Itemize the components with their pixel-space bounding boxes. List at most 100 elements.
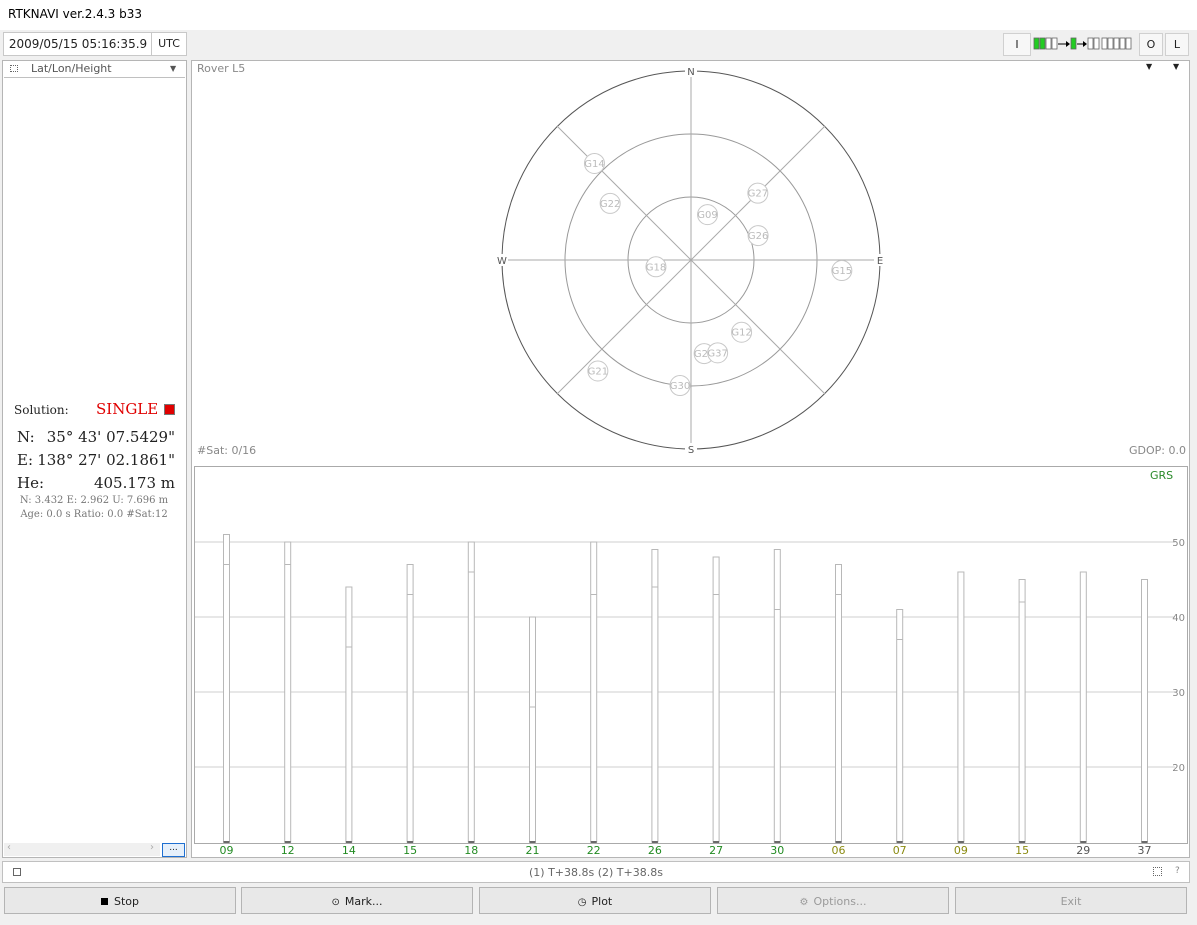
- latitude-label: N:: [17, 428, 35, 446]
- plot-icon: ◷: [577, 897, 587, 908]
- satellite-G12: G12: [731, 321, 753, 343]
- snr-bar-base: [957, 841, 964, 843]
- chevron-down-icon: ▼: [170, 64, 177, 73]
- snr-bar: [835, 564, 842, 843]
- plot-button[interactable]: ◷ Plot: [479, 887, 711, 914]
- panel-toggle-icon[interactable]: [10, 65, 18, 72]
- satellite-label: G09: [697, 210, 717, 221]
- stop-button-label: Stop: [113, 895, 139, 908]
- snr-bar: [1141, 579, 1148, 843]
- snr-bar-base: [1080, 841, 1087, 843]
- exit-button-label: Exit: [1060, 895, 1082, 908]
- satellite-G30: G30: [669, 375, 691, 397]
- satellite-G27: G27: [747, 182, 769, 204]
- solution-status-indicator: [164, 404, 175, 415]
- snr-category-label: 37: [1138, 844, 1152, 857]
- stream-indicator[interactable]: [1032, 34, 1136, 54]
- snr-category-label: 30: [770, 844, 784, 857]
- snr-category-label: 09: [954, 844, 968, 857]
- stream-status-icon: [1033, 37, 1132, 50]
- panel-layout-icon[interactable]: [1153, 867, 1162, 876]
- snr-bar: [957, 571, 965, 843]
- compass-n: N: [687, 67, 694, 78]
- snr-bar: [773, 549, 781, 843]
- snr-bar: [590, 541, 598, 843]
- snr-bar: [529, 616, 536, 843]
- log-stream-button[interactable]: L: [1165, 33, 1189, 56]
- snr-bar: [345, 586, 353, 843]
- plot-button-label: Plot: [591, 895, 613, 908]
- snr-category-label: 07: [893, 844, 907, 857]
- window-title: RTKNAVI ver.2.4.3 b33: [8, 7, 143, 21]
- satellite-G26: G26: [747, 225, 769, 247]
- satellite-label: G18: [646, 262, 666, 273]
- help-icon[interactable]: ?: [1175, 866, 1180, 876]
- scroll-left-icon[interactable]: ‹: [7, 842, 11, 853]
- snr-chart: 20 30 40 50 09 12 14 15 18 21 22 26 27 30 06 07 09 15 29 37: [195, 534, 1185, 857]
- mark-button-label: Mark...: [344, 895, 383, 908]
- snr-bar-base: [1019, 841, 1026, 843]
- title-bar: RTKNAVI ver.2.4.3 b33: [0, 0, 1197, 30]
- snr-category-label: 09: [220, 844, 234, 857]
- satellite-label: G21: [588, 366, 608, 377]
- satellite-G21: G21: [587, 360, 609, 382]
- constellation-legend: GRS: [1150, 469, 1174, 482]
- snr-bar: [651, 549, 659, 843]
- snr-bar-base: [590, 841, 597, 843]
- compass-s: S: [688, 445, 694, 456]
- snr-bar-base: [345, 841, 352, 843]
- snr-bar: [284, 541, 292, 843]
- snr-bar-base: [223, 841, 230, 843]
- latitude-value: 35° 43' 07.5429": [46, 428, 175, 446]
- snr-category-label: 06: [832, 844, 846, 857]
- satellite-label: G26: [748, 231, 768, 242]
- compass-w: W: [497, 256, 507, 267]
- stop-button[interactable]: Stop: [4, 887, 236, 914]
- satellite-G15: G15: [831, 260, 853, 282]
- snr-bar-base: [713, 841, 720, 843]
- satellite-label: G37: [707, 348, 727, 359]
- status-bar: (1) T+38.8s (2) T+38.8s ?: [2, 861, 1190, 883]
- satellite-G18: G18: [645, 256, 667, 278]
- horizontal-scrollbar[interactable]: ‹ ›: [4, 842, 160, 856]
- input-stream-button[interactable]: I: [1003, 33, 1031, 56]
- satellite-label: G15: [832, 266, 852, 277]
- time-system-button[interactable]: UTC: [151, 32, 187, 56]
- more-button[interactable]: ...: [162, 843, 185, 857]
- skyplot-title: Rover L5: [197, 62, 246, 75]
- snr-bar: [1079, 571, 1087, 843]
- snr-category-label: 15: [403, 844, 417, 857]
- snr-category-label: 18: [464, 844, 478, 857]
- snr-bar: [712, 556, 720, 843]
- satellite-count: #Sat: 0/16: [197, 444, 257, 457]
- snr-category-label: 29: [1076, 844, 1090, 857]
- satellite-G22: G22: [599, 192, 621, 214]
- plot-type-dropdown-icon[interactable]: ▼: [1146, 62, 1152, 71]
- height-label: He:: [17, 474, 45, 492]
- snr-tick-label: 40: [1172, 613, 1185, 624]
- compass-e: E: [877, 256, 883, 267]
- options-button[interactable]: ⚙ Options...: [717, 887, 949, 914]
- output-stream-button[interactable]: O: [1139, 33, 1163, 56]
- mark-icon: ⊙: [331, 897, 340, 908]
- snr-category-label: 12: [281, 844, 295, 857]
- solution-mode-dropdown[interactable]: Lat/Lon/Height ▼: [4, 61, 184, 76]
- stop-icon: [100, 898, 108, 905]
- snr-bar-base: [835, 841, 842, 843]
- snr-bar: [896, 609, 904, 843]
- skyplot: N S E W G14G22G09G27G26G18 G15G12G29G37G3…: [496, 65, 886, 456]
- solution-mode-value: Lat/Lon/Height: [31, 62, 112, 75]
- snr-category-label: 14: [342, 844, 356, 857]
- frequency-dropdown-icon[interactable]: ▼: [1173, 62, 1179, 71]
- scroll-right-icon[interactable]: ›: [150, 842, 154, 853]
- snr-bar-base: [651, 841, 658, 843]
- satellite-G14: G14: [583, 152, 605, 174]
- options-icon: ⚙: [799, 897, 809, 908]
- mark-button[interactable]: ⊙ Mark...: [241, 887, 473, 914]
- snr-category-label: 21: [526, 844, 540, 857]
- exit-button[interactable]: Exit: [955, 887, 1187, 914]
- std-deviation-line: N: 3.432 E: 2.962 U: 7.696 m: [19, 495, 169, 506]
- snr-tick-label: 50: [1172, 538, 1185, 549]
- snr-category-label: 15: [1015, 844, 1029, 857]
- snr-bar-base: [529, 841, 536, 843]
